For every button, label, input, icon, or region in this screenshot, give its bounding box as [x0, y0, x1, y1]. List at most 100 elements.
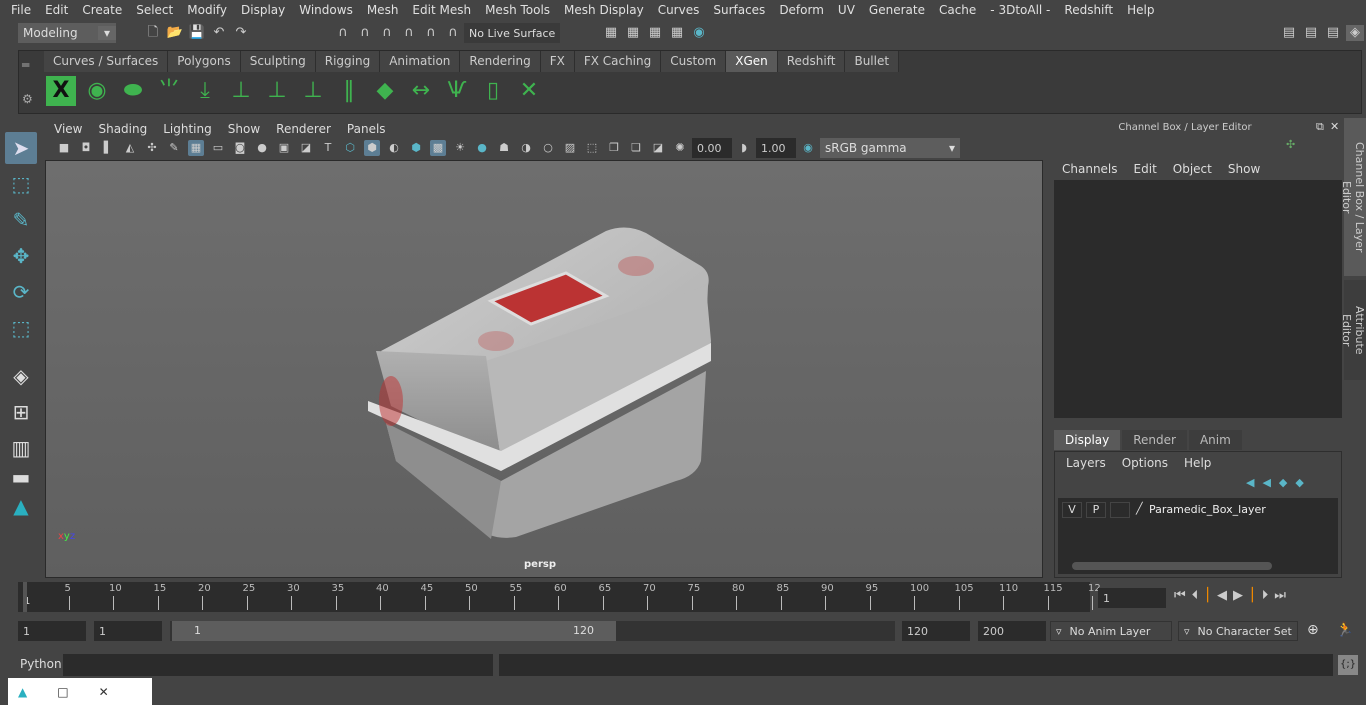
- xgen-preview-icon[interactable]: ◉: [82, 76, 112, 106]
- hypershade-icon[interactable]: ◉: [690, 25, 708, 41]
- antialias-icon[interactable]: ○: [540, 140, 556, 156]
- shadows-icon[interactable]: ●: [474, 140, 490, 156]
- shelf-tab-rigging[interactable]: Rigging: [315, 51, 381, 72]
- snap-grid-icon[interactable]: ∩: [334, 25, 352, 41]
- mode-dropdown[interactable]: Modeling ▾: [18, 23, 116, 43]
- undo-icon[interactable]: ↶: [210, 25, 228, 41]
- layer-tab-display[interactable]: Display: [1054, 430, 1121, 450]
- panel-menu-panels[interactable]: Panels: [339, 120, 394, 138]
- save-scene-icon[interactable]: 💾: [188, 25, 206, 41]
- split-guides-icon[interactable]: ‖: [334, 76, 364, 106]
- layer-tab-anim[interactable]: Anim: [1188, 430, 1242, 450]
- lasso-tool-icon[interactable]: ⬚: [5, 168, 37, 200]
- image-plane-icon[interactable]: ◭: [122, 140, 138, 156]
- menu-surfaces[interactable]: Surfaces: [706, 3, 772, 17]
- pan-zoom-icon[interactable]: ✣: [144, 140, 160, 156]
- xray-components-icon[interactable]: ◪: [650, 140, 666, 156]
- step-back-key-icon[interactable]: ⏴: [1192, 588, 1199, 603]
- anim-prefs-icon[interactable]: 🏃: [1336, 622, 1353, 638]
- current-frame-field[interactable]: 1: [1098, 588, 1166, 608]
- play-backward-icon[interactable]: ◀: [1217, 588, 1227, 603]
- default-material-icon[interactable]: ◐: [386, 140, 402, 156]
- single-view-icon[interactable]: ◈: [5, 360, 37, 392]
- layer-menu-options[interactable]: Options: [1114, 456, 1176, 470]
- rotate-tool-icon[interactable]: ⟳: [5, 276, 37, 308]
- menu-edit[interactable]: Edit: [38, 3, 75, 17]
- panel-menu-renderer[interactable]: Renderer: [268, 120, 339, 138]
- outliner-layout-icon[interactable]: ▥: [5, 432, 37, 464]
- move-tool-icon[interactable]: ✥: [5, 240, 37, 272]
- shelf-tab-polygons[interactable]: Polygons: [168, 51, 241, 72]
- panel-menu-show[interactable]: Show: [220, 120, 268, 138]
- delete-guides-icon[interactable]: ✕: [514, 76, 544, 106]
- motion-blur-icon[interactable]: ◑: [518, 140, 534, 156]
- bookmark-icon[interactable]: ▌: [100, 140, 116, 156]
- menu-create[interactable]: Create: [75, 3, 129, 17]
- exposure-icon[interactable]: ✺: [672, 140, 688, 156]
- shelf-settings-gear-icon[interactable]: ⚙: [22, 92, 33, 106]
- step-forward-frame-icon[interactable]: ⎮: [1249, 588, 1256, 603]
- layer-menu-help[interactable]: Help: [1176, 456, 1219, 470]
- guide-bound-icon[interactable]: ▯: [478, 76, 508, 106]
- xray-joints-icon[interactable]: ❏: [628, 140, 644, 156]
- layer-color-icon[interactable]: ╱: [1136, 502, 1143, 515]
- shelf-tab-custom[interactable]: Custom: [661, 51, 727, 72]
- film-gate-icon[interactable]: ▭: [210, 140, 226, 156]
- menu-curves[interactable]: Curves: [651, 3, 707, 17]
- panel-menu-view[interactable]: View: [46, 120, 90, 138]
- shelf-tab-rendering[interactable]: Rendering: [460, 51, 541, 72]
- guide-length-icon[interactable]: ↔: [406, 76, 436, 106]
- menu-modify[interactable]: Modify: [180, 3, 234, 17]
- float-panel-icon[interactable]: ⧉: [1316, 120, 1324, 134]
- snap-view-icon[interactable]: ∩: [400, 25, 418, 41]
- textured-icon[interactable]: ▩: [430, 140, 446, 156]
- color-management-toggle-icon[interactable]: ◉: [800, 140, 816, 156]
- depth-of-field-icon[interactable]: ▨: [562, 140, 578, 156]
- ambient-occlusion-icon[interactable]: ☗: [496, 140, 512, 156]
- menu-redshift[interactable]: Redshift: [1057, 3, 1120, 17]
- add-guide-icon[interactable]: ⊥: [226, 76, 256, 106]
- menu-mesh-display[interactable]: Mesh Display: [557, 3, 651, 17]
- character-set-dropdown[interactable]: ▿ No Character Set: [1178, 621, 1298, 641]
- shelf-tab-fx[interactable]: FX: [540, 51, 575, 72]
- wireframe-on-shaded-icon[interactable]: ⬢: [408, 140, 424, 156]
- grease-pencil-icon[interactable]: ✎: [166, 140, 182, 156]
- channel-menu-channels[interactable]: Channels: [1054, 162, 1126, 176]
- time-slider[interactable]: 1 5 10 15 20 25 30 35 40 45 50 55 60 65 70 75 80 85 90 95 1…: [18, 582, 1101, 612]
- layout-icon[interactable]: ▤: [1302, 25, 1320, 41]
- layer-scrollbar[interactable]: [1072, 562, 1272, 570]
- scale-tool-icon[interactable]: ⬚: [5, 312, 37, 344]
- panel-menu-lighting[interactable]: Lighting: [155, 120, 220, 138]
- menu-windows[interactable]: Windows: [292, 3, 360, 17]
- layer-playback-toggle[interactable]: P: [1086, 502, 1106, 518]
- layer-tab-render[interactable]: Render: [1122, 430, 1187, 450]
- xgen-editor-icon[interactable]: X: [46, 76, 76, 106]
- current-time-marker[interactable]: [23, 582, 27, 612]
- go-to-end-icon[interactable]: ⏭: [1274, 588, 1286, 603]
- channel-menu-show[interactable]: Show: [1220, 162, 1268, 176]
- menu-generate[interactable]: Generate: [862, 3, 932, 17]
- open-scene-icon[interactable]: 📂: [166, 25, 184, 41]
- auto-key-icon[interactable]: ⊕: [1307, 622, 1319, 638]
- toggle-panel-icon[interactable]: ▤: [1324, 25, 1342, 41]
- redo-icon[interactable]: ↷: [232, 25, 250, 41]
- menu-mesh[interactable]: Mesh: [360, 3, 406, 17]
- resolution-gate-icon[interactable]: ◙: [232, 140, 248, 156]
- workspace-icon[interactable]: ▤: [1280, 25, 1298, 41]
- select-tool-icon[interactable]: ➤: [5, 132, 37, 164]
- guides-grid-icon[interactable]: ◆: [370, 76, 400, 106]
- layer-menu-layers[interactable]: Layers: [1058, 456, 1114, 470]
- command-language[interactable]: Python: [20, 657, 62, 671]
- menu-cache[interactable]: Cache: [932, 3, 983, 17]
- smooth-shade-icon[interactable]: ⬢: [364, 140, 380, 156]
- command-input[interactable]: [63, 654, 493, 676]
- snap-surface-icon[interactable]: ∩: [422, 25, 440, 41]
- script-editor-icon[interactable]: {;}: [1338, 655, 1358, 675]
- layer-type-toggle[interactable]: [1110, 502, 1130, 518]
- shelf-tab-xgen[interactable]: XGen: [726, 51, 778, 72]
- menu-edit-mesh[interactable]: Edit Mesh: [405, 3, 478, 17]
- manipulator-icon[interactable]: ✣: [1286, 138, 1295, 151]
- live-surface-field[interactable]: No Live Surface: [464, 23, 560, 43]
- gate-mask-icon[interactable]: ●: [254, 140, 270, 156]
- close-icon[interactable]: ✕: [99, 685, 109, 699]
